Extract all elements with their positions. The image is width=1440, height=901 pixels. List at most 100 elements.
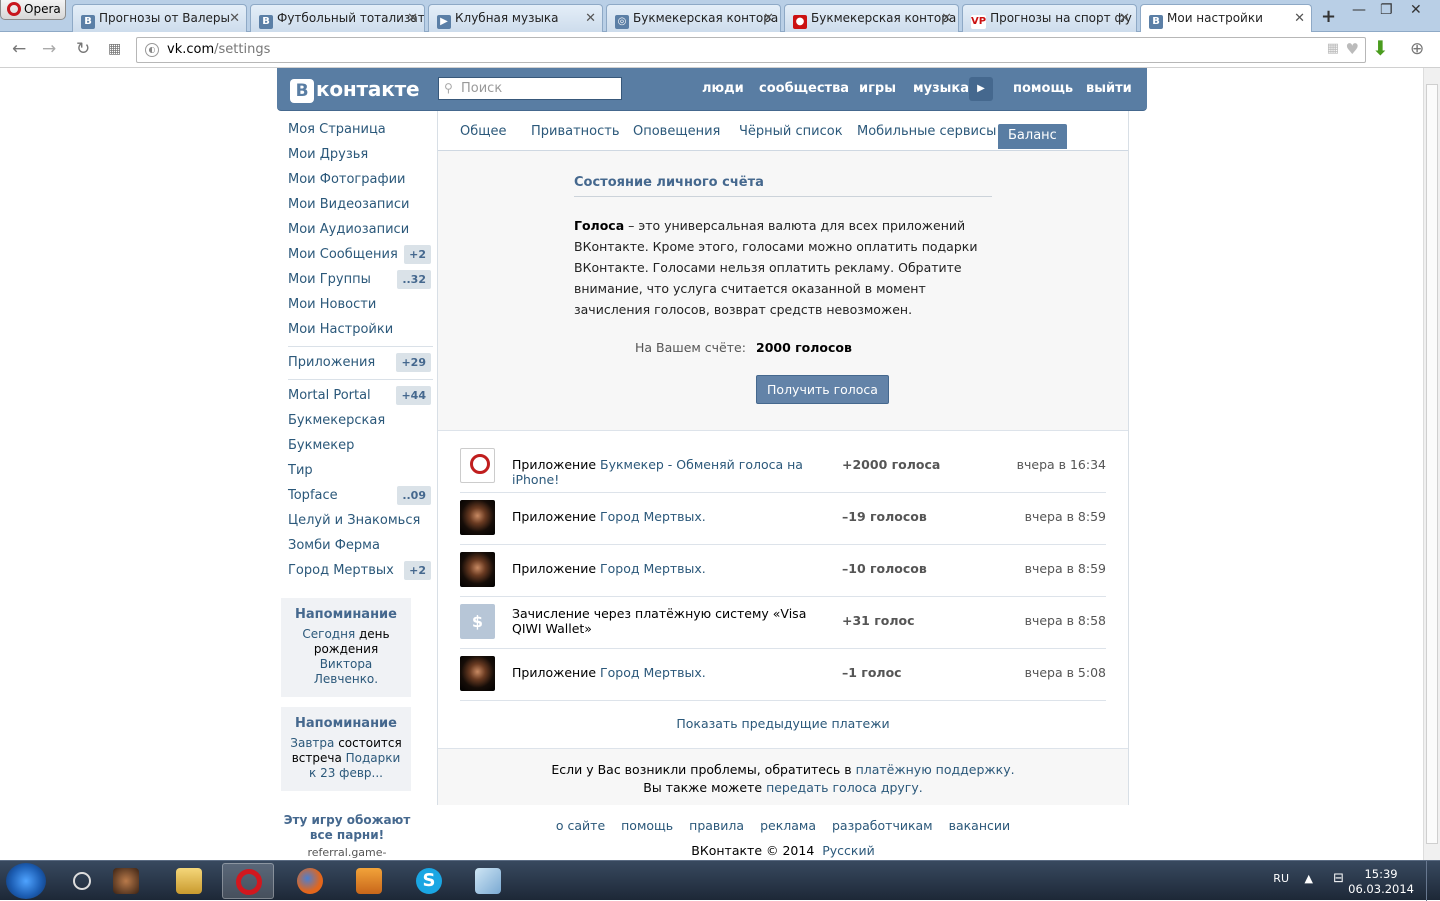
language-link[interactable]: Русский bbox=[822, 843, 874, 858]
tab-general[interactable]: Общее bbox=[460, 124, 507, 139]
menu-item-photos[interactable]: Мои Фотографии bbox=[280, 168, 435, 193]
browser-tab[interactable]: ● Букмекерская контора ✕ bbox=[784, 4, 959, 32]
vk-logo[interactable]: Вконтакте bbox=[290, 77, 420, 103]
menu-item-audio[interactable]: Мои Аудиозаписи bbox=[280, 218, 435, 243]
nav-music[interactable]: музыка bbox=[913, 81, 969, 96]
taskbar-opera-icon[interactable] bbox=[222, 863, 274, 899]
close-tab-icon[interactable]: ✕ bbox=[1119, 11, 1130, 26]
close-tab-icon[interactable]: ✕ bbox=[941, 11, 952, 26]
music-play-icon[interactable]: ▶ bbox=[969, 77, 993, 101]
search-input[interactable]: ⚲ Поиск bbox=[438, 77, 622, 100]
footer-link-jobs[interactable]: вакансии bbox=[949, 818, 1011, 833]
count-badge[interactable]: +2 bbox=[404, 245, 431, 264]
taskbar-clock[interactable]: 15:39 06.03.2014 bbox=[1348, 867, 1414, 897]
nav-help[interactable]: помощь bbox=[1013, 81, 1073, 96]
scrollbar-thumb[interactable] bbox=[1426, 84, 1438, 844]
nav-games[interactable]: игры bbox=[859, 81, 896, 96]
ad-url[interactable]: referral.game- bbox=[282, 846, 412, 859]
browser-tab[interactable]: В Футбольный тотализатор ✕ bbox=[250, 4, 425, 32]
menu-item-messages[interactable]: Мои Сообщения +2 bbox=[280, 243, 435, 268]
site-info-icon[interactable]: ◐ bbox=[145, 43, 159, 57]
menu-item-settings[interactable]: Мои Настройки bbox=[280, 318, 435, 343]
download-manager-icon[interactable]: ⬇ bbox=[1372, 36, 1389, 60]
browser-tab-active[interactable]: В Мои настройки ✕ bbox=[1140, 4, 1312, 33]
taskbar-firefox-icon[interactable] bbox=[284, 863, 336, 899]
tab-balance[interactable]: Баланс bbox=[998, 124, 1067, 149]
menu-item-app[interactable]: Зомби Ферма bbox=[280, 534, 435, 559]
browser-tab[interactable]: VP Прогнозы на спорт фу ✕ bbox=[962, 4, 1137, 32]
payment-support-link[interactable]: платёжную поддержку. bbox=[856, 762, 1015, 777]
menu-item-app[interactable]: Город Мертвых +2 bbox=[280, 559, 435, 584]
close-tab-icon[interactable]: ✕ bbox=[763, 11, 774, 26]
close-tab-icon[interactable]: ✕ bbox=[407, 11, 418, 26]
close-tab-icon[interactable]: ✕ bbox=[585, 11, 596, 26]
menu-item-videos[interactable]: Мои Видеозаписи bbox=[280, 193, 435, 218]
menu-item-groups[interactable]: Мои Группы ..32 bbox=[280, 268, 435, 293]
language-indicator[interactable]: RU bbox=[1273, 872, 1289, 885]
menu-item-my-page[interactable]: Моя Страница bbox=[280, 118, 435, 143]
taskbar-notepad-icon[interactable] bbox=[462, 863, 514, 899]
tab-blacklist[interactable]: Чёрный список bbox=[739, 124, 843, 139]
menu-item-apps[interactable]: Приложения +29 bbox=[280, 351, 435, 376]
ad-block[interactable]: Эту игру обожают все парни! referral.gam… bbox=[282, 813, 412, 859]
bookmark-heart-icon[interactable]: ♥ bbox=[1346, 40, 1359, 58]
back-arrow-icon[interactable]: ← bbox=[12, 39, 26, 59]
count-badge[interactable]: ..32 bbox=[397, 270, 431, 289]
menu-item-news[interactable]: Мои Новости bbox=[280, 293, 435, 318]
count-badge[interactable]: ..09 bbox=[397, 486, 431, 505]
browser-tab[interactable]: ▶ Клубная музыка ✕ bbox=[428, 4, 603, 32]
tab-privacy[interactable]: Приватность bbox=[531, 124, 620, 139]
speed-dial-grid-icon[interactable]: ▦ bbox=[108, 41, 121, 57]
close-tab-icon[interactable]: ✕ bbox=[1294, 11, 1305, 26]
footer-link-developers[interactable]: разработчикам bbox=[832, 818, 933, 833]
page-scrollbar[interactable] bbox=[1423, 68, 1440, 860]
browser-tab[interactable]: В Прогнозы от Валеры ✕ bbox=[72, 4, 247, 32]
ad-title[interactable]: Эту игру обожают все парни! bbox=[282, 813, 412, 843]
minimize-icon[interactable]: — bbox=[1352, 2, 1366, 18]
downloads-circle-icon[interactable]: ⊕ bbox=[1410, 39, 1424, 59]
bukmeker-app-icon[interactable] bbox=[460, 448, 495, 483]
menu-item-app[interactable]: Целуй и Знакомься bbox=[280, 509, 435, 534]
get-votes-button[interactable]: Получить голоса bbox=[756, 375, 889, 404]
menu-item-app[interactable]: Букмекерская bbox=[280, 409, 435, 434]
opera-menu-button[interactable]: Opera bbox=[0, 0, 66, 20]
close-window-icon[interactable]: ✕ bbox=[1410, 2, 1422, 18]
count-badge[interactable]: +2 bbox=[404, 561, 431, 580]
forward-arrow-icon[interactable]: → bbox=[42, 39, 56, 59]
gorod-mertvyh-app-icon[interactable] bbox=[460, 656, 495, 691]
taskbar-skype-icon[interactable]: S bbox=[403, 863, 455, 899]
windows-start-icon[interactable] bbox=[6, 863, 46, 899]
restore-icon[interactable]: ❐ bbox=[1380, 2, 1393, 18]
taskbar-explorer-icon[interactable] bbox=[163, 863, 215, 899]
tab-notifications[interactable]: Оповещения bbox=[633, 124, 720, 139]
nav-people[interactable]: люди bbox=[702, 81, 744, 96]
show-desktop-button[interactable] bbox=[1426, 861, 1440, 901]
menu-item-app[interactable]: Тир bbox=[280, 459, 435, 484]
footer-link-ads[interactable]: реклама bbox=[760, 818, 816, 833]
taskbar-media-player-icon[interactable] bbox=[343, 863, 395, 899]
stash-grid-icon[interactable]: ▦ bbox=[1327, 41, 1339, 56]
count-badge[interactable]: +29 bbox=[396, 353, 431, 372]
transfer-votes-link[interactable]: передать голоса другу. bbox=[766, 780, 923, 795]
footer-link-rules[interactable]: правила bbox=[689, 818, 744, 833]
menu-item-app[interactable]: Topface ..09 bbox=[280, 484, 435, 509]
browser-tab[interactable]: ◎ Букмекерская контора ✕ bbox=[606, 4, 781, 32]
close-tab-icon[interactable]: ✕ bbox=[229, 11, 240, 26]
menu-item-app[interactable]: Mortal Portal +44 bbox=[280, 384, 435, 409]
taskbar-game-icon[interactable] bbox=[100, 863, 152, 899]
new-tab-icon[interactable]: + bbox=[1321, 6, 1336, 27]
menu-item-friends[interactable]: Мои Друзья bbox=[280, 143, 435, 168]
nav-communities[interactable]: сообщества bbox=[759, 81, 849, 96]
footer-link-about[interactable]: о сайте bbox=[556, 818, 605, 833]
menu-item-app[interactable]: Букмекер bbox=[280, 434, 435, 459]
tab-mobile[interactable]: Мобильные сервисы bbox=[857, 124, 996, 139]
gorod-mertvyh-app-icon[interactable] bbox=[460, 552, 495, 587]
count-badge[interactable]: +44 bbox=[396, 386, 431, 405]
nav-logout[interactable]: выйти bbox=[1086, 81, 1132, 96]
tray-expand-icon[interactable]: ▲ bbox=[1305, 872, 1313, 885]
url-field[interactable]: ◐ vk.com/settings ▦ ♥ bbox=[136, 37, 1366, 63]
gorod-mertvyh-app-icon[interactable] bbox=[460, 500, 495, 535]
footer-link-help[interactable]: помощь bbox=[621, 818, 673, 833]
reload-icon[interactable]: ↻ bbox=[76, 39, 90, 59]
network-tray-icon[interactable]: ⊟ bbox=[1333, 871, 1344, 886]
